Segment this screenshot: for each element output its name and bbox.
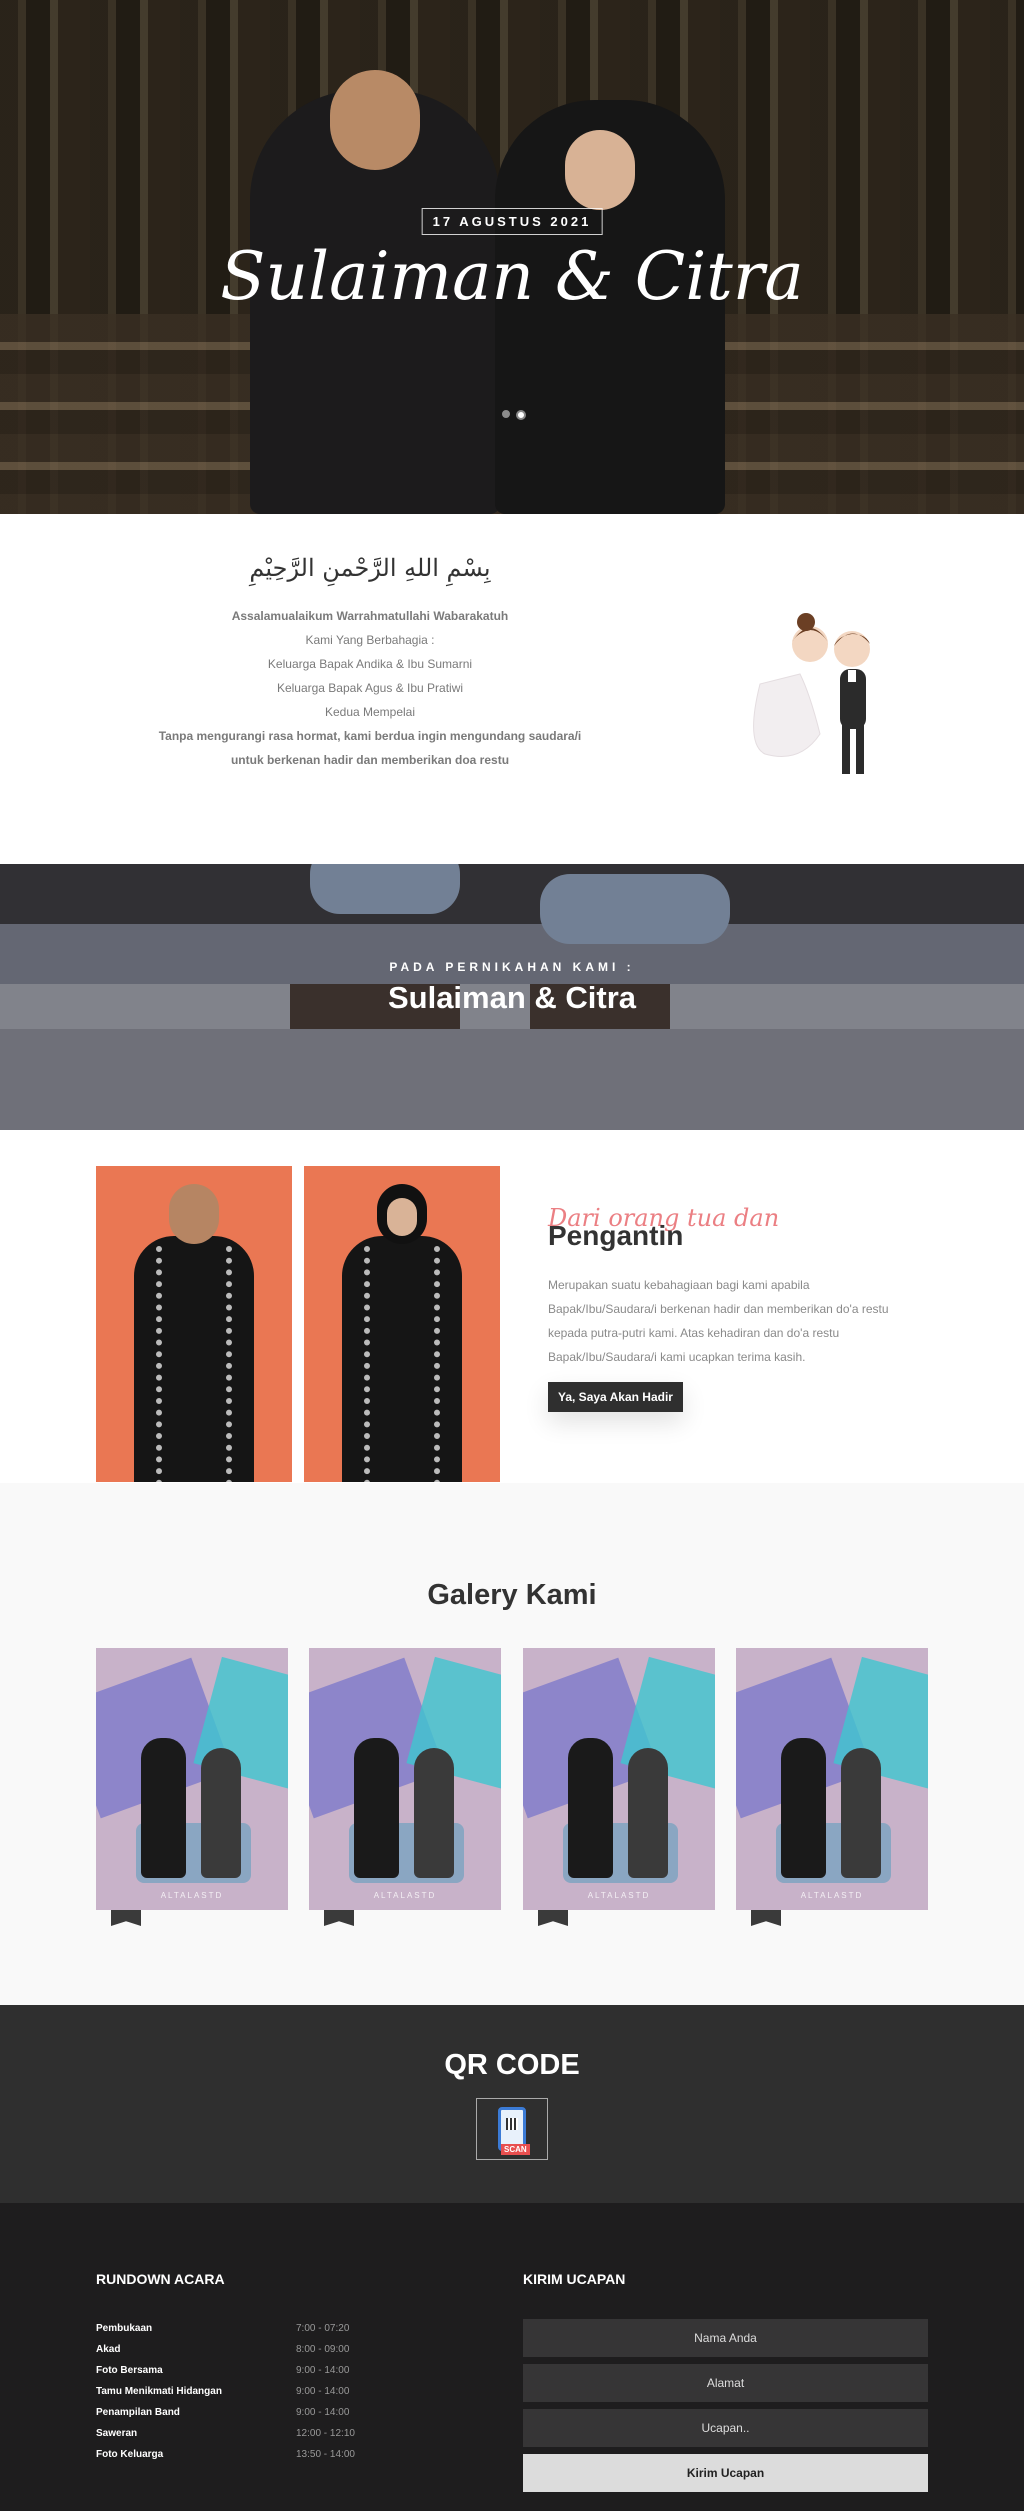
rundown-row: Saweran 12:00 - 12:10 <box>96 2428 386 2449</box>
qr-scan-button[interactable]: SCAN <box>476 2098 548 2160</box>
gallery-watermark: ALTALASTD <box>587 1891 651 1900</box>
invitation-closing: Tanpa mengurangi rasa hormat, kami berdu… <box>158 729 582 767</box>
footer-section: RUNDOWN ACARA Pembukaan 7:00 - 07:20 Akad… <box>0 2203 1024 2511</box>
greeting: Assalamualaikum Warrahmatullahi Wabaraka… <box>231 609 509 623</box>
rundown-row: Akad 8:00 - 09:00 <box>96 2344 386 2365</box>
rundown-event: Saweran <box>96 2428 138 2439</box>
bookmark-icon <box>324 1910 354 1926</box>
gallery-photo-detail <box>141 1738 186 1878</box>
gallery-photo-detail <box>354 1738 399 1878</box>
slider-dots[interactable] <box>502 410 526 420</box>
groom-photo-detail <box>156 1246 232 1482</box>
rundown-row: Foto Bersama 9:00 - 14:00 <box>96 2365 386 2386</box>
couple-heading: Pengantin <box>548 1220 684 1251</box>
wedding-couple-cartoon-icon <box>753 613 870 774</box>
attend-button[interactable]: Ya, Saya Akan Hadir <box>548 1382 683 1412</box>
bookmark-icon <box>751 1910 781 1926</box>
rundown-event: Penampilan Band <box>96 2407 180 2418</box>
groom-photo-detail <box>169 1184 219 1244</box>
gallery-watermark: ALTALASTD <box>800 1891 864 1900</box>
name-input[interactable] <box>523 2319 928 2357</box>
rundown-row: Penampilan Band 9:00 - 14:00 <box>96 2407 386 2428</box>
gallery-item[interactable]: ALTALASTD <box>736 1648 928 1910</box>
rundown-title: RUNDOWN ACARA <box>96 2271 225 2287</box>
bookmark-icon <box>111 1910 141 1926</box>
intro-section: بِسْمِ اللهِ الرَّحْمنِ الرَّحِيْمِ Assa… <box>0 514 1024 864</box>
bride-photo-detail <box>364 1246 440 1482</box>
bookmark-icon <box>538 1910 568 1926</box>
rundown-time: 7:00 - 07:20 <box>296 2323 350 2334</box>
rundown-event: Foto Keluarga <box>96 2449 164 2460</box>
ucapan-title: KIRIM UCAPAN <box>523 2271 626 2287</box>
message-input[interactable] <box>523 2409 928 2447</box>
intro-text: بِسْمِ اللهِ الرَّحْمنِ الرَّحِيْمِ Assa… <box>150 554 590 772</box>
slider-dot-active[interactable] <box>516 410 526 420</box>
rundown-time: 9:00 - 14:00 <box>296 2407 350 2418</box>
rundown-time: 9:00 - 14:00 <box>296 2365 350 2376</box>
rundown-event: Tamu Menikmati Hidangan <box>96 2386 222 2397</box>
hero-section: 17 AGUSTUS 2021 Sulaiman & Citra <box>0 0 1024 514</box>
rundown-time: 13:50 - 14:00 <box>296 2449 355 2460</box>
gallery-photo-detail <box>628 1748 668 1878</box>
rundown-list: Pembukaan 7:00 - 07:20 Akad 8:00 - 09:00 F… <box>96 2323 386 2470</box>
gallery-item[interactable]: ALTALASTD <box>309 1648 501 1910</box>
gallery-watermark: ALTALASTD <box>160 1891 224 1900</box>
rundown-time: 8:00 - 09:00 <box>296 2344 350 2355</box>
banner-label: PADA PERNIKAHAN KAMI : <box>389 960 635 974</box>
gallery-watermark: ALTALASTD <box>373 1891 437 1900</box>
intro-line: Kami Yang Berbahagia : <box>305 633 435 647</box>
rundown-time: 12:00 - 12:10 <box>296 2428 355 2439</box>
address-input[interactable] <box>523 2364 928 2402</box>
couple-description: Merupakan suatu kebahagiaan bagi kami ap… <box>548 1278 889 1364</box>
scan-label: SCAN <box>501 2144 530 2155</box>
slider-dot[interactable] <box>502 410 510 418</box>
intro-line: Keluarga Bapak Agus & Ibu Pratiwi <box>276 681 464 695</box>
rundown-event: Pembukaan <box>96 2323 153 2334</box>
gallery-section: Galery Kami ALTALASTD ALTALASTD ALTALAST… <box>0 1483 1024 2005</box>
rundown-event: Foto Bersama <box>96 2365 163 2376</box>
banner-title: Sulaiman & Citra <box>387 980 637 1015</box>
wedding-date: 17 AGUSTUS 2021 <box>421 208 603 235</box>
rundown-row: Tamu Menikmati Hidangan 9:00 - 14:00 <box>96 2386 386 2407</box>
bismillah: بِسْمِ اللهِ الرَّحْمنِ الرَّحِيْمِ <box>249 554 491 582</box>
couple-section: Dari orang tua dan Pengantin Merupakan s… <box>0 1130 1024 1483</box>
ucapan-form: Kirim Ucapan <box>523 2319 928 2492</box>
gallery-photo-detail <box>841 1748 881 1878</box>
hero-names: Sulaiman & Citra <box>220 238 804 315</box>
qr-section: QR CODE SCAN <box>0 2005 1024 2203</box>
bride-photo-detail <box>387 1198 417 1236</box>
qr-title: QR CODE <box>444 2049 580 2081</box>
gallery-item[interactable]: ALTALASTD <box>96 1648 288 1910</box>
intro-line: Keluarga Bapak Andika & Ibu Sumarni <box>267 657 473 671</box>
groom-photo <box>96 1166 292 1482</box>
names-banner: PADA PERNIKAHAN KAMI : Sulaiman & Citra <box>0 864 1024 1130</box>
gallery-item[interactable]: ALTALASTD <box>523 1648 715 1910</box>
gallery-photo-detail <box>201 1748 241 1878</box>
gallery-title: Galery Kami <box>427 1579 597 1611</box>
rundown-row: Foto Keluarga 13:50 - 14:00 <box>96 2449 386 2470</box>
gallery-photo-detail <box>568 1738 613 1878</box>
bride-photo <box>304 1166 500 1482</box>
gallery-photo-detail <box>781 1738 826 1878</box>
rundown-time: 9:00 - 14:00 <box>296 2386 350 2397</box>
send-ucapan-button[interactable]: Kirim Ucapan <box>523 2454 928 2492</box>
intro-line: Kedua Mempelai <box>324 705 416 719</box>
gallery-photo-detail <box>414 1748 454 1878</box>
rundown-event: Akad <box>96 2344 121 2355</box>
rundown-row: Pembukaan 7:00 - 07:20 <box>96 2323 386 2344</box>
